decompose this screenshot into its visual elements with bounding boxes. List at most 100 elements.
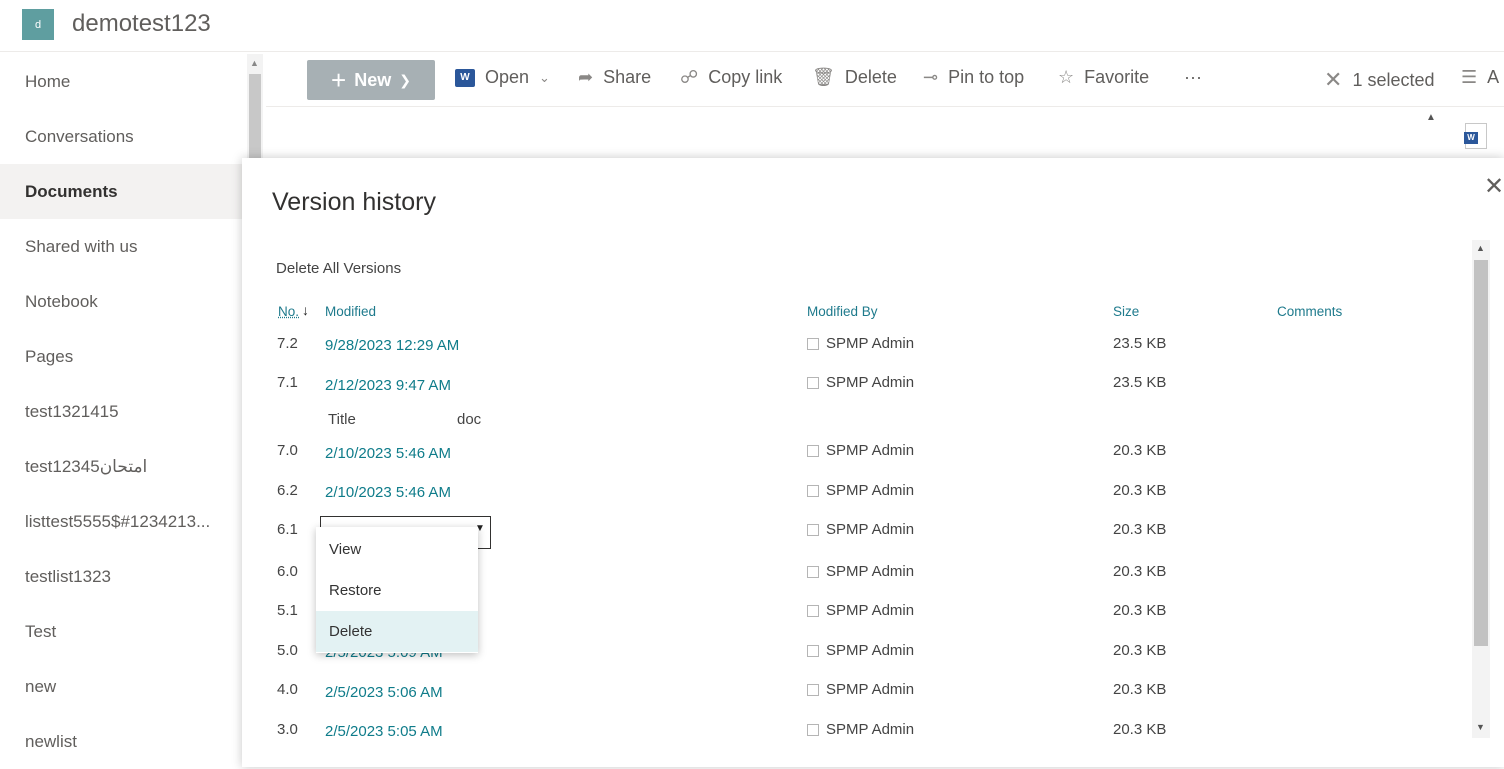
- view-options-label: A: [1487, 67, 1500, 87]
- pin-to-top-button[interactable]: ⊸ Pin to top: [923, 67, 1024, 88]
- nav-item-shared-with-us[interactable]: Shared with us: [0, 219, 244, 274]
- scroll-up-arrow-icon[interactable]: ▲: [250, 58, 259, 68]
- favorite-label: Favorite: [1084, 67, 1150, 87]
- version-no: 6.1: [277, 521, 298, 538]
- close-icon: ✕: [1324, 67, 1343, 92]
- version-no: 4.0: [277, 681, 298, 698]
- menu-item-view[interactable]: View: [316, 529, 478, 570]
- view-options-button[interactable]: ☰ A: [1461, 67, 1499, 88]
- column-header-size[interactable]: Size: [1113, 304, 1139, 319]
- pin-label: Pin to top: [948, 67, 1025, 87]
- site-logo[interactable]: d: [22, 9, 54, 40]
- version-no: 7.2: [277, 335, 298, 352]
- left-navigation: Home Conversations Documents Shared with…: [0, 54, 244, 767]
- delete-button[interactable]: 🗑 Delete: [812, 67, 897, 88]
- nav-item-test[interactable]: Test: [0, 604, 244, 659]
- clear-selection-button[interactable]: ✕ 1 selected: [1324, 67, 1435, 93]
- user-checkbox[interactable]: [807, 723, 819, 736]
- nav-item-home[interactable]: Home: [0, 54, 244, 109]
- more-button[interactable]: ···: [1184, 67, 1202, 88]
- nav-item-listtest5555[interactable]: listtest5555$#1234213...: [0, 494, 244, 549]
- modified-by: SPMP Admin: [807, 563, 914, 580]
- chevron-down-icon: ⌄: [539, 69, 550, 85]
- nav-item-test12345[interactable]: test12345امتحان: [0, 439, 244, 494]
- open-button[interactable]: W Open ⌄: [455, 67, 550, 88]
- column-header-modified-by[interactable]: Modified By: [807, 304, 878, 319]
- nav-item-test1321415[interactable]: test1321415: [0, 384, 244, 439]
- scroll-up-arrow-icon[interactable]: ▲: [1476, 243, 1485, 253]
- word-document-icon[interactable]: W: [1464, 123, 1487, 149]
- nav-item-pages[interactable]: Pages: [0, 329, 244, 384]
- nav-scrollbar-thumb[interactable]: [249, 74, 261, 164]
- nav-item-notebook[interactable]: Notebook: [0, 274, 244, 329]
- version-no: 5.1: [277, 602, 298, 619]
- new-button[interactable]: + New ❯: [307, 60, 435, 100]
- version-date-link[interactable]: 2/12/2023 9:47 AM: [325, 377, 451, 394]
- scroll-down-arrow-icon[interactable]: ▼: [1476, 722, 1485, 732]
- version-size: 23.5 KB: [1113, 374, 1167, 391]
- user-checkbox[interactable]: [807, 523, 819, 536]
- column-header-no[interactable]: No.: [278, 304, 299, 319]
- share-button[interactable]: ➦ Share: [578, 67, 651, 88]
- user-checkbox[interactable]: [807, 484, 819, 497]
- panel-scrollbar-thumb[interactable]: [1474, 260, 1488, 646]
- version-history-panel: Version history ✕ Delete All Versions No…: [242, 158, 1504, 767]
- copy-link-button[interactable]: ☍ Copy link: [680, 67, 782, 88]
- user-checkbox[interactable]: [807, 337, 819, 350]
- pin-icon: ⊸: [923, 67, 939, 87]
- chevron-down-icon: ❯: [399, 71, 411, 88]
- nav-item-testlist1323[interactable]: testlist1323: [0, 549, 244, 604]
- scroll-up-arrow-icon[interactable]: ▲: [1426, 112, 1436, 123]
- modified-by: SPMP Admin: [807, 721, 914, 738]
- version-date-link[interactable]: 2/5/2023 5:06 AM: [325, 684, 443, 701]
- modified-by: SPMP Admin: [807, 602, 914, 619]
- version-size: 20.3 KB: [1113, 521, 1167, 538]
- panel-scrollbar[interactable]: ▲ ▼: [1472, 240, 1490, 738]
- share-icon: ➦: [578, 67, 594, 87]
- version-size: 20.3 KB: [1113, 681, 1167, 698]
- nav-item-newlist[interactable]: newlist: [0, 714, 244, 769]
- modified-by: SPMP Admin: [807, 442, 914, 459]
- link-icon: ☍: [680, 67, 699, 87]
- user-checkbox[interactable]: [807, 444, 819, 457]
- user-checkbox[interactable]: [807, 604, 819, 617]
- user-checkbox[interactable]: [807, 376, 819, 389]
- nav-item-new[interactable]: new: [0, 659, 244, 714]
- version-no: 3.0: [277, 721, 298, 738]
- delete-all-versions-link[interactable]: Delete All Versions: [276, 260, 401, 277]
- version-date-link[interactable]: 2/10/2023 5:46 AM: [325, 484, 451, 501]
- nav-item-documents[interactable]: Documents: [0, 164, 244, 219]
- user-checkbox[interactable]: [807, 644, 819, 657]
- share-label: Share: [603, 67, 652, 87]
- new-button-label: New: [354, 69, 392, 90]
- site-title[interactable]: demotest123: [72, 10, 211, 38]
- favorite-button[interactable]: ☆ Favorite: [1058, 67, 1149, 88]
- column-header-comments[interactable]: Comments: [1277, 304, 1342, 319]
- modified-by: SPMP Admin: [807, 374, 914, 391]
- close-icon[interactable]: ✕: [1484, 172, 1504, 201]
- version-date-link[interactable]: 2/10/2023 5:46 AM: [325, 445, 451, 462]
- modified-by: SPMP Admin: [807, 681, 914, 698]
- user-checkbox[interactable]: [807, 565, 819, 578]
- nav-item-conversations[interactable]: Conversations: [0, 109, 244, 164]
- list-icon: ☰: [1461, 67, 1478, 87]
- version-no: 5.0: [277, 642, 298, 659]
- version-size: 20.3 KB: [1113, 563, 1167, 580]
- version-context-menu: View Restore Delete: [316, 527, 478, 653]
- version-no: 6.2: [277, 482, 298, 499]
- column-header-modified[interactable]: Modified: [325, 304, 376, 319]
- version-size: 20.3 KB: [1113, 721, 1167, 738]
- version-date-link[interactable]: 9/28/2023 12:29 AM: [325, 337, 459, 354]
- modified-by: SPMP Admin: [807, 521, 914, 538]
- version-size: 20.3 KB: [1113, 642, 1167, 659]
- menu-item-restore[interactable]: Restore: [316, 570, 478, 611]
- modified-by: SPMP Admin: [807, 482, 914, 499]
- delete-label: Delete: [844, 67, 897, 87]
- version-date-link[interactable]: 2/5/2023 5:05 AM: [325, 723, 443, 740]
- user-checkbox[interactable]: [807, 683, 819, 696]
- sort-down-arrow-icon: ↓: [302, 302, 309, 318]
- version-size: 20.3 KB: [1113, 482, 1167, 499]
- menu-item-delete[interactable]: Delete: [316, 611, 478, 652]
- selected-count: 1 selected: [1352, 69, 1435, 90]
- modified-by: SPMP Admin: [807, 642, 914, 659]
